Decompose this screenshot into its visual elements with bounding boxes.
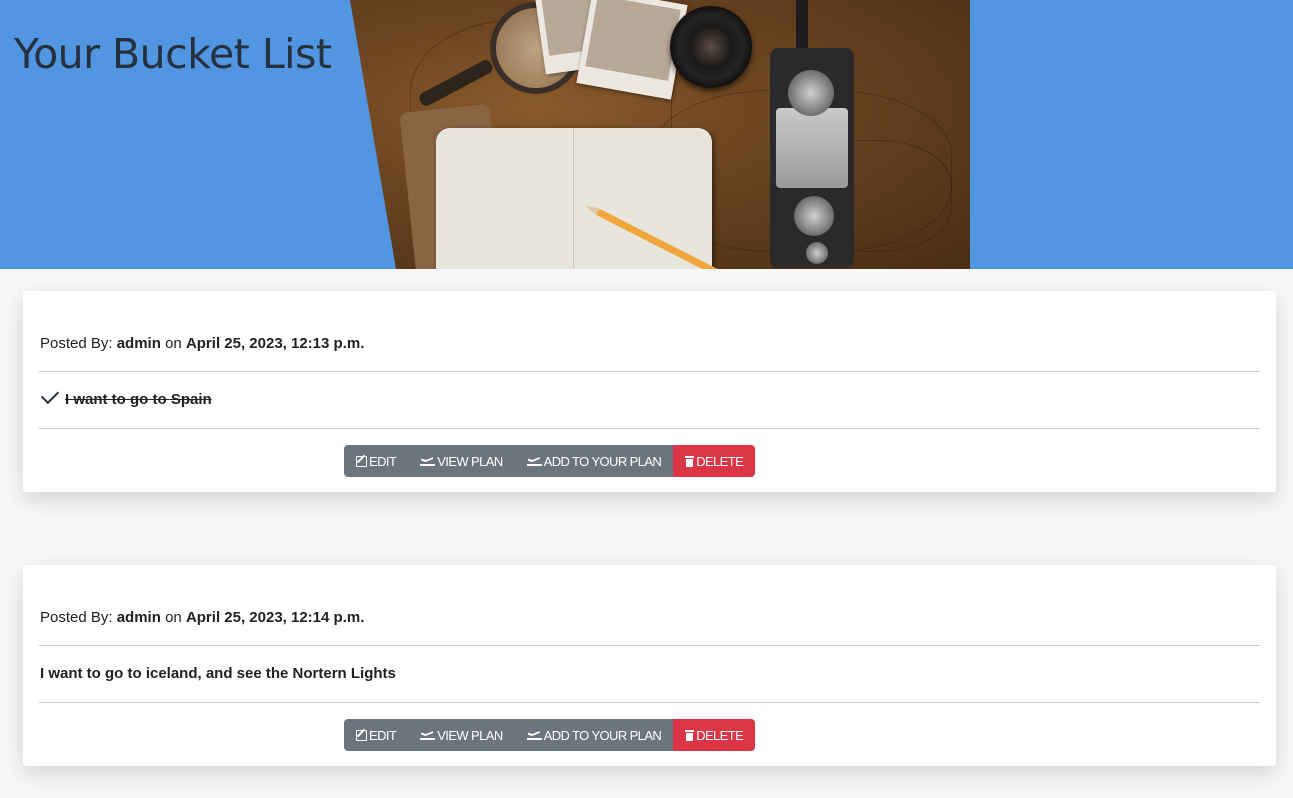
divider (39, 645, 1260, 646)
check-icon (40, 385, 60, 405)
plane-departure-icon (420, 456, 436, 466)
add-to-plan-button[interactable]: ADD TO YOUR PLAN (514, 719, 674, 751)
bucket-list-item: I want to go to Spain (40, 385, 212, 408)
post-date: April 25, 2023, 12:14 p.m. (185, 609, 365, 626)
page-header: Your Bucket List (0, 0, 1293, 269)
bucket-list-card: Posted By: admin on April 25, 2023, 12:1… (23, 291, 1276, 492)
add-to-plan-button[interactable]: ADD TO YOUR PLAN (514, 445, 674, 477)
edit-icon (356, 455, 367, 467)
plane-departure-icon (526, 730, 542, 740)
post-meta: Posted By: admin on April 25, 2023, 12:1… (40, 335, 365, 352)
hero-image (350, 0, 970, 269)
divider (39, 428, 1260, 429)
edit-button[interactable]: EDIT (344, 719, 409, 751)
page-title: Your Bucket List (14, 30, 332, 78)
trash-icon (685, 455, 695, 467)
post-author: admin (116, 335, 161, 352)
action-buttons: EDIT VIEW PLAN ADD TO YOUR PLAN DELETE (344, 719, 756, 751)
post-date: April 25, 2023, 12:13 p.m. (185, 335, 365, 352)
divider (39, 371, 1260, 372)
delete-button[interactable]: DELETE (673, 719, 756, 751)
post-meta: Posted By: admin on April 25, 2023, 12:1… (40, 609, 365, 626)
edit-button[interactable]: EDIT (344, 445, 409, 477)
divider (39, 702, 1260, 703)
bucket-list-card: Posted By: admin on April 25, 2023, 12:1… (23, 565, 1276, 766)
plane-departure-icon (526, 456, 542, 466)
bucket-list-item: I want to go to iceland, and see the Nor… (40, 665, 396, 682)
post-author: admin (116, 609, 161, 626)
plane-departure-icon (420, 730, 436, 740)
edit-icon (356, 729, 367, 741)
action-buttons: EDIT VIEW PLAN ADD TO YOUR PLAN DELETE (344, 445, 756, 477)
view-plan-button[interactable]: VIEW PLAN (408, 719, 515, 751)
trash-icon (685, 729, 695, 741)
delete-button[interactable]: DELETE (673, 445, 756, 477)
view-plan-button[interactable]: VIEW PLAN (408, 445, 515, 477)
